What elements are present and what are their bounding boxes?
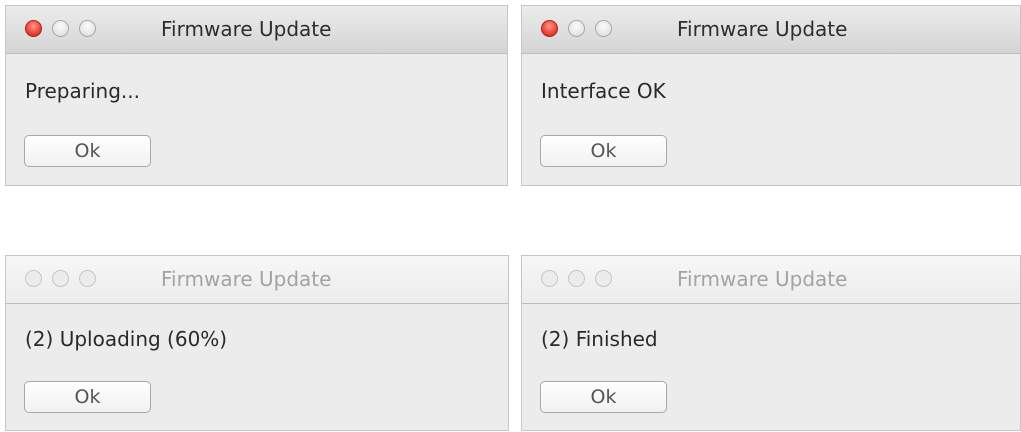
firmware-update-dialog-2: Firmware Update Interface OK Ok (521, 5, 1021, 186)
minimize-icon[interactable] (52, 20, 69, 37)
ok-button[interactable]: Ok (540, 381, 667, 413)
window-controls (25, 20, 96, 37)
window-title: Firmware Update (677, 267, 848, 291)
zoom-icon[interactable] (79, 270, 96, 287)
minimize-icon[interactable] (568, 20, 585, 37)
close-icon[interactable] (25, 270, 42, 287)
close-icon[interactable] (541, 20, 558, 37)
status-message: (2) Finished (541, 327, 658, 351)
status-message: Interface OK (541, 79, 666, 103)
ok-button[interactable]: Ok (540, 135, 667, 167)
window-title: Firmware Update (161, 267, 332, 291)
zoom-icon[interactable] (595, 270, 612, 287)
firmware-update-dialog-4: Firmware Update (2) Finished Ok (521, 255, 1021, 431)
minimize-icon[interactable] (568, 270, 585, 287)
close-icon[interactable] (541, 270, 558, 287)
minimize-icon[interactable] (52, 270, 69, 287)
title-bar[interactable]: Firmware Update (522, 6, 1020, 54)
ok-button[interactable]: Ok (24, 135, 151, 167)
window-controls (541, 20, 612, 37)
firmware-update-dialog-1: Firmware Update Preparing... Ok (5, 5, 508, 186)
status-message: (2) Uploading (60%) (25, 327, 228, 351)
title-bar[interactable]: Firmware Update (522, 256, 1020, 304)
window-controls (541, 270, 612, 287)
ok-button[interactable]: Ok (24, 381, 151, 413)
title-bar[interactable]: Firmware Update (6, 6, 507, 54)
zoom-icon[interactable] (595, 20, 612, 37)
window-title: Firmware Update (161, 17, 332, 41)
close-icon[interactable] (25, 20, 42, 37)
zoom-icon[interactable] (79, 20, 96, 37)
firmware-update-dialog-3: Firmware Update (2) Uploading (60%) Ok (5, 255, 509, 431)
title-bar[interactable]: Firmware Update (6, 256, 508, 304)
window-controls (25, 270, 96, 287)
window-title: Firmware Update (677, 17, 848, 41)
status-message: Preparing... (25, 79, 140, 103)
